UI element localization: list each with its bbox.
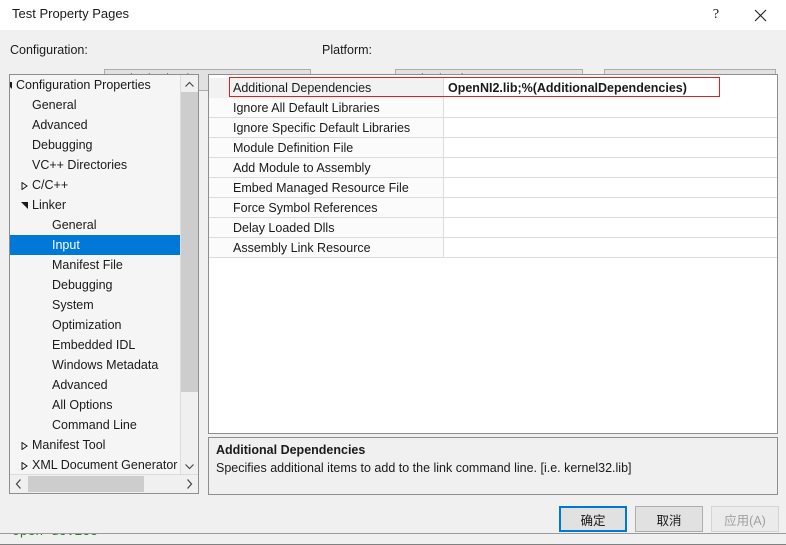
property-value[interactable]: OpenNI2.lib;%(AdditionalDependencies) [444,78,777,98]
tree-item-label: Configuration Properties [16,78,151,92]
close-icon[interactable] [738,0,782,30]
configuration-label: Configuration: [10,43,88,57]
tree-item-configuration-properties[interactable]: Configuration Properties [10,75,181,95]
property-value[interactable] [444,238,777,258]
tree-item-general[interactable]: General [10,95,181,115]
property-name: Embed Managed Resource File [209,178,444,198]
property-value[interactable] [444,98,777,118]
property-description-title: Additional Dependencies [216,443,366,457]
tree-item-input[interactable]: Input [10,235,181,255]
chevron-down-icon[interactable] [181,458,198,475]
configuration-properties-tree: Configuration Properties General Advanced D… [9,74,199,494]
tree-item-advanced[interactable]: Advanced [10,115,181,135]
property-row[interactable]: Module Definition File [209,138,777,158]
title-bar: Test Property Pages ? [0,0,786,30]
tree-item-manifest-file[interactable]: Manifest File [10,255,181,275]
tree-item-windows-metadata[interactable]: Windows Metadata [10,355,181,375]
tree-item-label: XML Document Generator [32,458,178,472]
triangle-right-icon[interactable] [18,175,32,195]
tree-item-debugging[interactable]: Debugging [10,135,181,155]
tree-item-command-line[interactable]: Command Line [10,415,181,435]
tree-item-label: General [52,218,97,232]
tree-vertical-scrollbar[interactable] [180,75,198,475]
property-value[interactable] [444,158,777,178]
property-row[interactable]: Add Module to Assembly [209,158,777,178]
property-row[interactable]: Ignore All Default Libraries [209,98,777,118]
property-row[interactable]: Delay Loaded Dlls [209,218,777,238]
property-row[interactable]: Embed Managed Resource File [209,178,777,198]
property-name: Ignore All Default Libraries [209,98,444,118]
property-row[interactable]: Additional Dependencies OpenNI2.lib;%(Add… [209,78,777,98]
property-value[interactable] [444,218,777,238]
tree-item-optimization[interactable]: Optimization [10,315,181,335]
chevron-up-icon[interactable] [181,75,198,92]
property-description-body: Specifies additional items to add to the… [216,461,632,475]
tree-item-debugging[interactable]: Debugging [10,275,181,295]
platform-label: Platform: [322,43,373,57]
chevron-right-icon[interactable] [181,475,198,493]
tree-item-c-c[interactable]: C/C++ [10,175,181,195]
tree-item-label: Manifest File [52,258,123,272]
tree-item-label: All Options [52,398,113,412]
triangle-right-icon[interactable] [18,435,32,455]
tree-item-label: System [52,298,94,312]
background-window-text: open device [12,534,98,539]
tree-item-label: Input [52,238,80,252]
property-value[interactable] [444,178,777,198]
tree-item-label: Advanced [32,118,88,132]
property-value[interactable] [444,118,777,138]
tree-horizontal-scrollbar[interactable] [10,474,198,493]
property-name: Assembly Link Resource [209,238,444,258]
property-name: Delay Loaded Dlls [209,218,444,238]
tree-scroll-viewport: Configuration Properties General Advanced D… [10,75,181,475]
property-name: Module Definition File [209,138,444,158]
property-name: Ignore Specific Default Libraries [209,118,444,138]
tree-item-manifest-tool[interactable]: Manifest Tool [10,435,181,455]
tree-item-label: Advanced [52,378,108,392]
tree-item-label: C/C++ [32,178,69,192]
configuration-bar: Configuration: Active(Debug) Platform: A… [0,30,786,92]
ok-button[interactable]: 确定 [559,506,627,532]
window-title: Test Property Pages [12,6,130,21]
tree-item-label: Embedded IDL [52,338,136,352]
tree-item-label: Command Line [52,418,137,432]
tree-item-label: General [32,98,77,112]
property-name: Force Symbol References [209,198,444,218]
tree-item-general[interactable]: General [10,215,181,235]
cancel-button[interactable]: 取消 [635,506,703,532]
tree-horizontal-scrollbar-thumb[interactable] [28,476,144,492]
property-name: Additional Dependencies [209,78,444,98]
chevron-left-icon[interactable] [10,475,27,493]
tree-item-xml-document-generator[interactable]: XML Document Generator [10,455,181,475]
property-row[interactable]: Force Symbol References [209,198,777,218]
tree-item-advanced[interactable]: Advanced [10,375,181,395]
property-description-pane: Additional Dependencies Specifies additi… [208,437,778,495]
tree-vertical-scrollbar-thumb[interactable] [181,92,198,392]
tree-item-system[interactable]: System [10,295,181,315]
property-value[interactable] [444,138,777,158]
tree-item-label: Optimization [52,318,122,332]
apply-button: 应用(A) [711,506,779,532]
property-pages-dialog: Test Property Pages ? Configuration: Act… [0,0,786,534]
help-icon[interactable]: ? [694,0,738,30]
tree-item-label: Manifest Tool [32,438,106,452]
property-grid: Additional Dependencies OpenNI2.lib;%(Add… [208,74,778,434]
tree-item-linker[interactable]: Linker [10,195,181,215]
tree-item-embedded-idl[interactable]: Embedded IDL [10,335,181,355]
property-row[interactable]: Assembly Link Resource [209,238,777,258]
property-row[interactable]: Ignore Specific Default Libraries [209,118,777,138]
tree-item-vc-directories[interactable]: VC++ Directories [10,155,181,175]
tree-item-label: Debugging [52,278,113,292]
triangle-right-icon[interactable] [18,455,32,475]
tree-item-label: VC++ Directories [32,158,128,172]
property-value[interactable] [444,198,777,218]
background-window-strip: open device [0,534,786,545]
tree-item-label: Debugging [32,138,93,152]
tree-item-all-options[interactable]: All Options [10,395,181,415]
property-grid-rows: Additional Dependencies OpenNI2.lib;%(Add… [209,78,777,258]
property-name: Add Module to Assembly [209,158,444,178]
tree-item-label: Windows Metadata [52,358,159,372]
triangle-down-icon[interactable] [18,195,32,215]
tree-item-label: Linker [32,198,67,212]
